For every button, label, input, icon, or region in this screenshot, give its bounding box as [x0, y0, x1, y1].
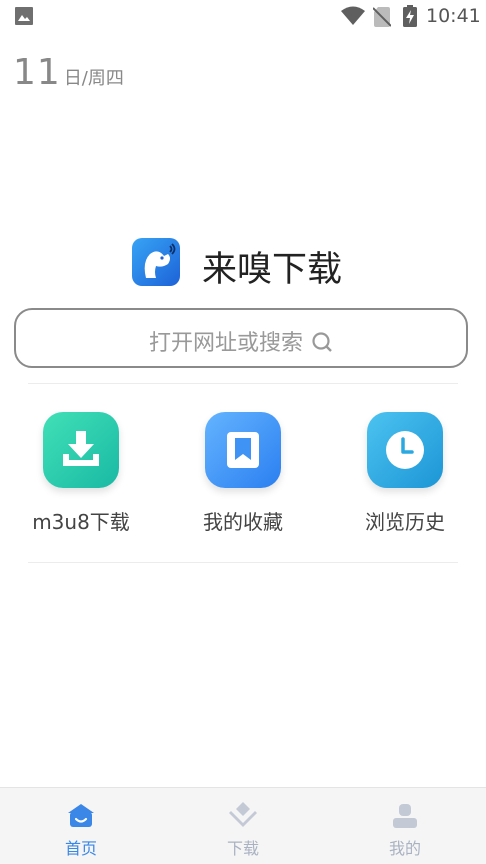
search-icon [312, 332, 332, 352]
nav-home-label: 首页 [64, 839, 97, 858]
wifi-icon [341, 6, 365, 25]
home-icon [68, 804, 94, 827]
clock-icon [386, 431, 424, 469]
search-placeholder: 打开网址或搜索 [148, 331, 303, 356]
quick-label: 浏览历史 [365, 510, 445, 534]
clock-time: 10:41 [426, 5, 481, 27]
quick-action-history[interactable]: 浏览历史 [345, 412, 465, 535]
divider-top [28, 383, 458, 384]
date-weekday: 日/周四 [63, 68, 124, 89]
status-bar: 10:41 [0, 0, 486, 33]
battery-charging-icon [403, 5, 417, 27]
nav-home[interactable]: 首页 [0, 788, 162, 864]
divider-bottom [28, 562, 458, 563]
search-placeholder-row: 打开网址或搜索 [16, 325, 466, 357]
home-screen: 10:41 11 日/周四 来嗅下载 打开网址或搜索 m3u8下载 我的收藏 浏… [0, 0, 486, 864]
nav-mine[interactable]: 我的 [324, 788, 486, 864]
quick-icon-bg [43, 412, 119, 488]
quick-icon-bg [205, 412, 281, 488]
date-day: 11 [13, 52, 61, 93]
quick-action-m3u8[interactable]: m3u8下载 [21, 412, 141, 535]
quick-label: m3u8下载 [32, 510, 130, 534]
quick-icon-bg [367, 412, 443, 488]
nav-download[interactable]: 下载 [162, 788, 324, 864]
nav-download-label: 下载 [226, 839, 259, 858]
dog-logo-icon [132, 238, 180, 286]
bookmark-icon [227, 432, 259, 468]
app-name: 来嗅下载 [202, 250, 343, 290]
download-icon [229, 802, 257, 827]
nav-mine-label: 我的 [388, 839, 421, 858]
gallery-icon [15, 7, 33, 25]
date-display: 11 日/周四 [13, 52, 124, 93]
quick-label: 我的收藏 [203, 510, 283, 534]
download-tray-icon [63, 431, 99, 466]
quick-action-favorites[interactable]: 我的收藏 [183, 412, 303, 535]
no-sim-icon [373, 7, 391, 27]
search-input[interactable]: 打开网址或搜索 [14, 308, 468, 368]
bottom-navigation: 首页 下载 我的 [0, 787, 486, 864]
user-icon [393, 804, 417, 828]
